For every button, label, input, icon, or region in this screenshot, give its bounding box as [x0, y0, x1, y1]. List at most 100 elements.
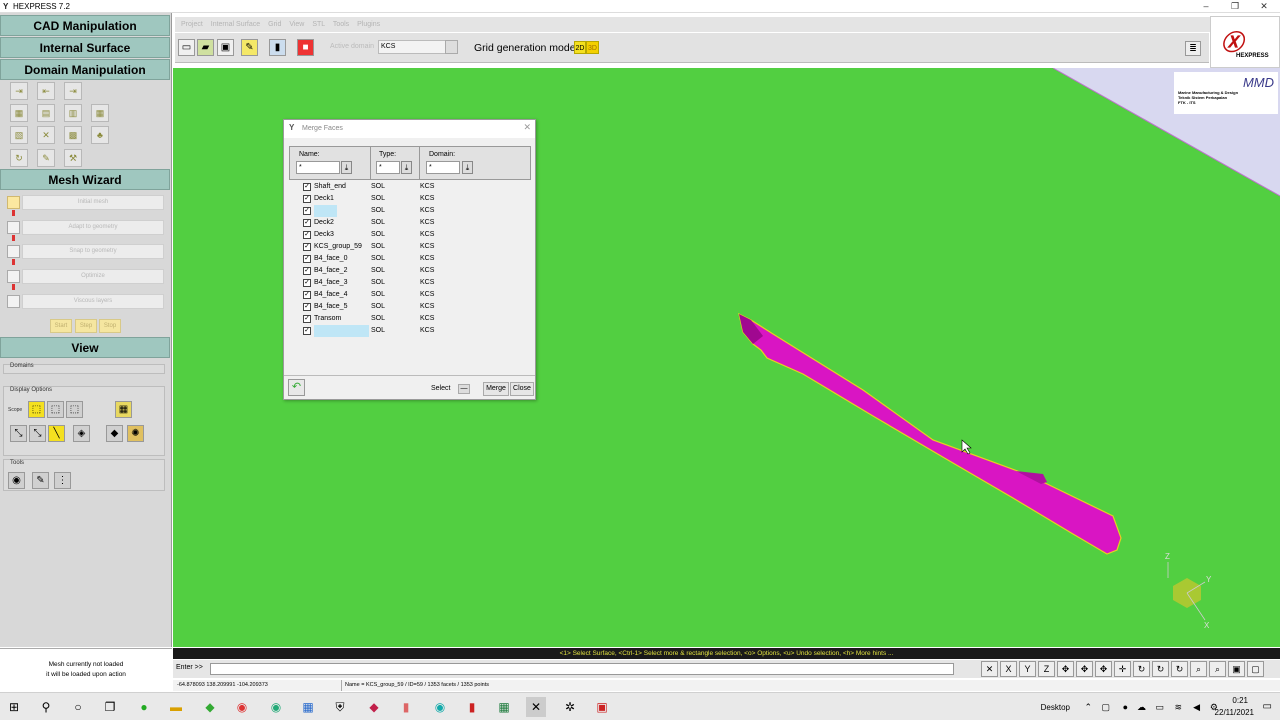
command-input[interactable] [210, 663, 954, 675]
checkbox-icon[interactable]: ✓ [303, 207, 311, 215]
menu-project[interactable]: Project [181, 21, 203, 28]
pdf-reader-icon[interactable]: ▮ [462, 697, 482, 717]
measure-icon[interactable]: ⋮ [54, 472, 71, 489]
hexpress-taskbar-icon[interactable]: ✕ [526, 697, 546, 717]
checkbox-icon[interactable]: ✓ [303, 303, 311, 311]
store-icon[interactable]: ▦ [298, 697, 318, 717]
view-x-button[interactable]: X [1000, 661, 1017, 677]
view-xz-icon[interactable]: ✥ [1076, 661, 1093, 677]
ship-hull[interactable] [738, 312, 1122, 555]
pan-icon[interactable]: ✥ [1095, 661, 1112, 677]
mendeley-icon[interactable]: ◆ [364, 697, 384, 717]
initial-mesh-button[interactable]: Initial mesh [22, 195, 164, 210]
checkbox-icon[interactable]: ✓ [303, 255, 311, 263]
select-toggle-button[interactable]: — [458, 384, 470, 394]
type-filter-input[interactable]: * [376, 161, 400, 174]
adapt-geometry-button[interactable]: Adapt to geometry [22, 220, 164, 235]
snap-geometry-button[interactable]: Snap to geometry [22, 244, 164, 259]
rotate-z-icon[interactable]: ↻ [1171, 661, 1188, 677]
new-file-icon[interactable]: ▭ [178, 39, 195, 56]
checkbox-icon[interactable]: ✓ [303, 291, 311, 299]
console-icon[interactable]: ≣ [1185, 41, 1201, 56]
dialog-close-icon[interactable]: ✕ [523, 122, 531, 133]
type-filter-apply-icon[interactable]: ⤓ [401, 161, 412, 174]
tools-icon[interactable]: ⚒ [64, 149, 82, 167]
view-header[interactable]: View [0, 337, 170, 358]
block-icon[interactable]: ▤ [37, 104, 55, 122]
domain-filter-input[interactable]: * [426, 161, 460, 174]
list-item[interactable]: ✓ B4_face_4 SOL KCS [289, 289, 531, 301]
cortana-icon[interactable]: ○ [68, 697, 88, 717]
list-item[interactable]: ✓ B4_face_2 SOL KCS [289, 265, 531, 277]
undo-icon[interactable]: ↶ [288, 379, 305, 396]
bar-chart-icon[interactable]: ▮ [269, 39, 286, 56]
stop-record-icon[interactable]: ■ [297, 39, 314, 56]
desktop-label[interactable]: Desktop [1041, 703, 1070, 712]
list-item[interactable]: ✓ B4_face_0 SOL KCS [289, 253, 531, 265]
diamond-icon[interactable]: ◆ [106, 425, 123, 442]
zoom-fit-icon[interactable]: ▣ [1228, 661, 1245, 677]
checkbox-icon[interactable]: ✓ [303, 231, 311, 239]
rotate-y-icon[interactable]: ↻ [1152, 661, 1169, 677]
excel-icon[interactable]: ▦ [494, 697, 514, 717]
list-item[interactable]: ✓ Deck2 SOL KCS [289, 217, 531, 229]
close-button[interactable]: ✕ [1250, 0, 1278, 13]
cad-manipulation-header[interactable]: CAD Manipulation [0, 15, 170, 36]
curve-icon[interactable]: ⤡ [10, 425, 27, 442]
chrome-profile-icon[interactable]: ◉ [266, 697, 286, 717]
matrix-icon[interactable]: ▩ [64, 126, 82, 144]
windows-start-icon[interactable]: ⊞ [4, 697, 24, 717]
minimize-button[interactable]: – [1192, 0, 1220, 13]
menu-grid[interactable]: Grid [268, 21, 281, 28]
list-item[interactable]: ✓ KCS_group_117 SOL KCS [289, 325, 531, 337]
whatsapp-icon[interactable]: ● [134, 697, 154, 717]
name-filter-input[interactable]: * [296, 161, 340, 174]
menu-internal-surface[interactable]: Internal Surface [211, 21, 260, 28]
checkbox-icon[interactable]: ✓ [303, 279, 311, 287]
domain-filter-apply-icon[interactable]: ⤓ [462, 161, 473, 174]
checkbox-icon[interactable]: ✓ [303, 327, 311, 335]
list-item[interactable]: ✓ Deck1 SOL KCS [289, 193, 531, 205]
checkbox-icon[interactable]: ✓ [303, 183, 311, 191]
domain-manipulation-header[interactable]: Domain Manipulation [0, 59, 170, 80]
box-view-icon[interactable]: ▢ [1247, 661, 1264, 677]
camera-icon[interactable]: ◉ [8, 472, 25, 489]
active-domain-dropdown-icon[interactable] [445, 40, 458, 54]
document-app-icon[interactable]: ▮ [396, 697, 416, 717]
internal-surface-header[interactable]: Internal Surface [0, 37, 170, 58]
checkbox-icon[interactable]: ✓ [303, 315, 311, 323]
move-domain-icon[interactable]: ⇤ [37, 82, 55, 100]
volume-icon[interactable]: ◀ [1193, 702, 1200, 713]
list-item[interactable]: ✓ Transom SOL KCS [289, 313, 531, 325]
edit-pencil-icon[interactable]: ✎ [241, 39, 258, 56]
view-z-button[interactable]: Z [1038, 661, 1055, 677]
mode-3d-button[interactable]: 3D [586, 41, 599, 54]
move-icon[interactable]: ✛ [1114, 661, 1131, 677]
palette-icon[interactable]: ✺ [127, 425, 144, 442]
list-item[interactable]: ✓ B4_face_3 SOL KCS [289, 277, 531, 289]
tray-chevron-icon[interactable]: ⌃ [1084, 702, 1092, 713]
mode-2d-button[interactable]: 2D [574, 41, 586, 54]
refine-icon[interactable]: ▦ [91, 104, 109, 122]
file-explorer-icon[interactable]: ▬ [166, 697, 186, 717]
clear-view-icon[interactable]: ✕ [981, 661, 998, 677]
app-c-icon[interactable]: ◉ [430, 697, 450, 717]
diamond-grid-icon[interactable]: ◈ [73, 425, 90, 442]
app-compass-icon[interactable]: ✲ [560, 697, 580, 717]
list-item[interactable]: ✓ Rudder SOL KCS [289, 205, 531, 217]
viscous-layers-button[interactable]: Viscous layers [22, 294, 164, 309]
restore-button[interactable]: ❐ [1221, 0, 1249, 13]
checkbox-icon[interactable]: ✓ [303, 219, 311, 227]
step-button[interactable]: Step [75, 319, 97, 333]
menu-tools[interactable]: Tools [333, 21, 349, 28]
tree-icon[interactable]: ♣ [91, 126, 109, 144]
rotate-icon[interactable]: ↻ [10, 149, 28, 167]
zoom-in-icon[interactable]: ⌕ [1190, 661, 1207, 677]
line-icon[interactable]: ╲ [48, 425, 65, 442]
close-dialog-button[interactable]: Close [510, 382, 534, 396]
start-button[interactable]: Start [50, 319, 72, 333]
checkbox-icon[interactable]: ✓ [303, 243, 311, 251]
clock-time[interactable]: 0:21 [1232, 696, 1248, 705]
shield-icon[interactable]: ⛨ [330, 697, 350, 717]
grid-icon[interactable]: ▦ [10, 104, 28, 122]
